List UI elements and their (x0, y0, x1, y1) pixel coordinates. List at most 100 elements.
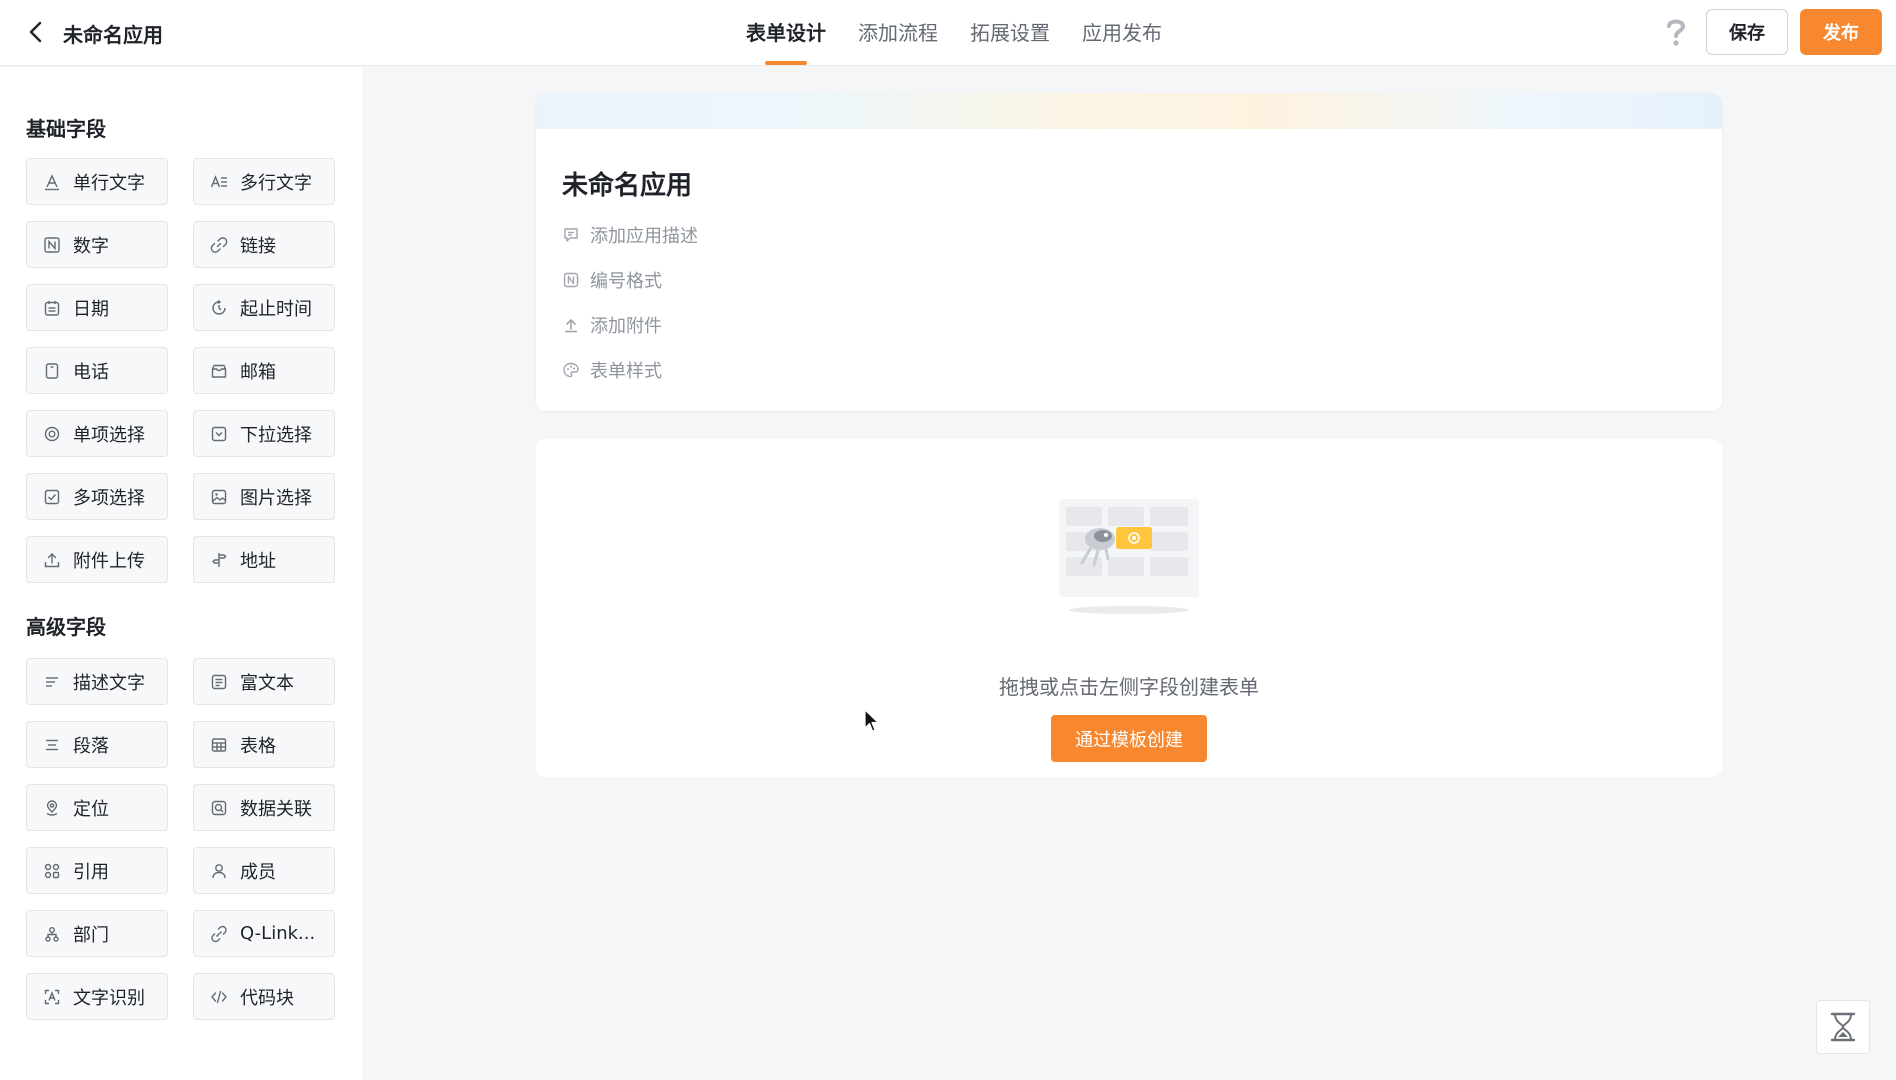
publish-button[interactable]: 发布 (1800, 9, 1882, 55)
field-label: 多项选择 (73, 487, 145, 509)
field-multi-line-text[interactable]: 多行文字 (193, 158, 335, 205)
field-label: 部门 (73, 924, 109, 946)
form-title[interactable]: 未命名应用 (562, 165, 692, 202)
field-label: 段落 (73, 735, 109, 757)
dropdown-icon (211, 426, 227, 441)
field-label: 邮箱 (240, 361, 276, 383)
field-description[interactable]: 描述文字 (26, 658, 168, 705)
field-department[interactable]: 部门 (26, 910, 168, 957)
time-range-icon (212, 299, 226, 315)
field-single-line-text[interactable]: 单行文字 (26, 158, 168, 205)
number-format-label: 编号格式 (590, 271, 662, 292)
form-banner (536, 93, 1722, 129)
field-label: 下拉选择 (240, 424, 312, 446)
field-image[interactable]: 图片选择 (193, 473, 335, 520)
floating-tool-button[interactable] (1816, 1000, 1870, 1054)
field-radio[interactable]: 单项选择 (26, 410, 168, 457)
field-label: Q-Link... (240, 923, 316, 944)
field-label: 定位 (73, 798, 109, 820)
advanced-fields-grid: 描述文字 富文本段落 表格定位 数据关联引用 成员部门 Q-Link... 文字识别 代码块 (26, 658, 335, 1020)
field-member[interactable]: 成员 (193, 847, 335, 894)
form-meta-list: 添加应用描述 编号格式 添加附件 表单样式 (562, 223, 698, 403)
tab-add-process[interactable]: 添加流程 (842, 0, 954, 66)
field-code[interactable]: 代码块 (193, 973, 335, 1020)
form-header-card: 未命名应用 添加应用描述 编号格式 添加附件 表单样式 (536, 93, 1722, 411)
rich-text-icon (211, 674, 227, 689)
field-label: 地址 (240, 550, 276, 572)
paragraph-icon (46, 739, 58, 750)
number-format-icon (563, 272, 579, 288)
field-ocr[interactable]: 文字识别 (26, 973, 168, 1020)
field-label: 单项选择 (73, 424, 145, 446)
field-label: 链接 (240, 235, 276, 257)
number-icon (44, 236, 60, 253)
field-label: 引用 (73, 861, 109, 883)
field-reference[interactable]: 引用 (26, 847, 168, 894)
image-icon (211, 489, 227, 504)
mail-icon (211, 364, 227, 378)
data-link-icon (211, 800, 227, 815)
form-canvas-empty[interactable]: 拖拽或点击左侧字段创建表单 通过模板创建 (536, 439, 1722, 777)
upload-icon (565, 319, 577, 333)
field-time-range[interactable]: 起止时间 (193, 284, 335, 331)
advanced-fields-title: 高级字段 (26, 615, 106, 639)
mouse-cursor-icon (864, 709, 879, 732)
field-label: 电话 (73, 361, 109, 383)
link-icon (210, 236, 228, 253)
table-icon (211, 737, 227, 752)
back-button[interactable] (22, 18, 50, 46)
field-paragraph[interactable]: 段落 (26, 721, 168, 768)
add-attachment-label: 添加附件 (590, 316, 662, 337)
member-icon (212, 863, 226, 878)
checkbox-icon (44, 489, 60, 504)
comment-icon (564, 228, 578, 242)
tab-app-publish[interactable]: 应用发布 (1066, 0, 1178, 66)
number-format-link[interactable]: 编号格式 (562, 268, 698, 292)
field-data-link[interactable]: 数据关联 (193, 784, 335, 831)
ocr-icon (44, 989, 60, 1004)
radio-icon (44, 426, 60, 441)
field-link[interactable]: 链接 (193, 221, 335, 268)
field-rich-text[interactable]: 富文本 (193, 658, 335, 705)
field-label: 附件上传 (73, 550, 145, 572)
field-mail[interactable]: 邮箱 (193, 347, 335, 394)
field-label: 表格 (240, 735, 276, 757)
help-icon[interactable] (1662, 16, 1690, 48)
chevron-left-icon (29, 21, 42, 43)
top-header: 未命名应用 表单设计 添加流程 拓展设置 应用发布 保存 发布 (0, 0, 1896, 66)
field-q-link[interactable]: Q-Link... (193, 910, 335, 957)
field-upload[interactable]: 附件上传 (26, 536, 168, 583)
form-style-link[interactable]: 表单样式 (562, 358, 698, 382)
basic-fields-grid: 单行文字 多行文字 数字 链接日期 起止时间电话 邮箱单项选择 下拉选择多项选择 图片选择附件… (26, 158, 335, 583)
empty-hint-text: 拖拽或点击左侧字段创建表单 (999, 675, 1259, 699)
field-label: 图片选择 (240, 487, 312, 509)
field-location[interactable]: 定位 (26, 784, 168, 831)
add-description-label: 添加应用描述 (590, 226, 698, 247)
palette-icon (563, 362, 579, 378)
create-from-template-button[interactable]: 通过模板创建 (1051, 715, 1207, 762)
add-attachment-link[interactable]: 添加附件 (562, 313, 698, 337)
field-dropdown[interactable]: 下拉选择 (193, 410, 335, 457)
reference-icon (44, 863, 60, 878)
form-style-label: 表单样式 (590, 361, 662, 382)
description-icon (46, 676, 58, 687)
field-address[interactable]: 地址 (193, 536, 335, 583)
field-phone[interactable]: 电话 (26, 347, 168, 394)
field-sidebar: 基础字段 单行文字 多行文字 数字 链接 日期 起止时间 电话 邮箱 单项选择 下拉选择 多项选择 图… (0, 67, 362, 1080)
calendar-icon (44, 300, 60, 316)
add-description-link[interactable]: 添加应用描述 (562, 223, 698, 247)
field-label: 文字识别 (73, 987, 145, 1009)
field-calendar[interactable]: 日期 (26, 284, 168, 331)
tab-bar: 表单设计 添加流程 拓展设置 应用发布 (730, 0, 1178, 66)
field-label: 成员 (240, 861, 276, 883)
field-table[interactable]: 表格 (193, 721, 335, 768)
field-label: 富文本 (240, 672, 294, 694)
tab-form-design[interactable]: 表单设计 (730, 0, 842, 66)
field-number[interactable]: 数字 (26, 221, 168, 268)
tab-extension-settings[interactable]: 拓展设置 (954, 0, 1066, 66)
field-label: 代码块 (240, 987, 294, 1009)
field-label: 单行文字 (73, 172, 145, 194)
code-icon (211, 990, 227, 1003)
field-checkbox[interactable]: 多项选择 (26, 473, 168, 520)
save-button[interactable]: 保存 (1706, 9, 1788, 55)
